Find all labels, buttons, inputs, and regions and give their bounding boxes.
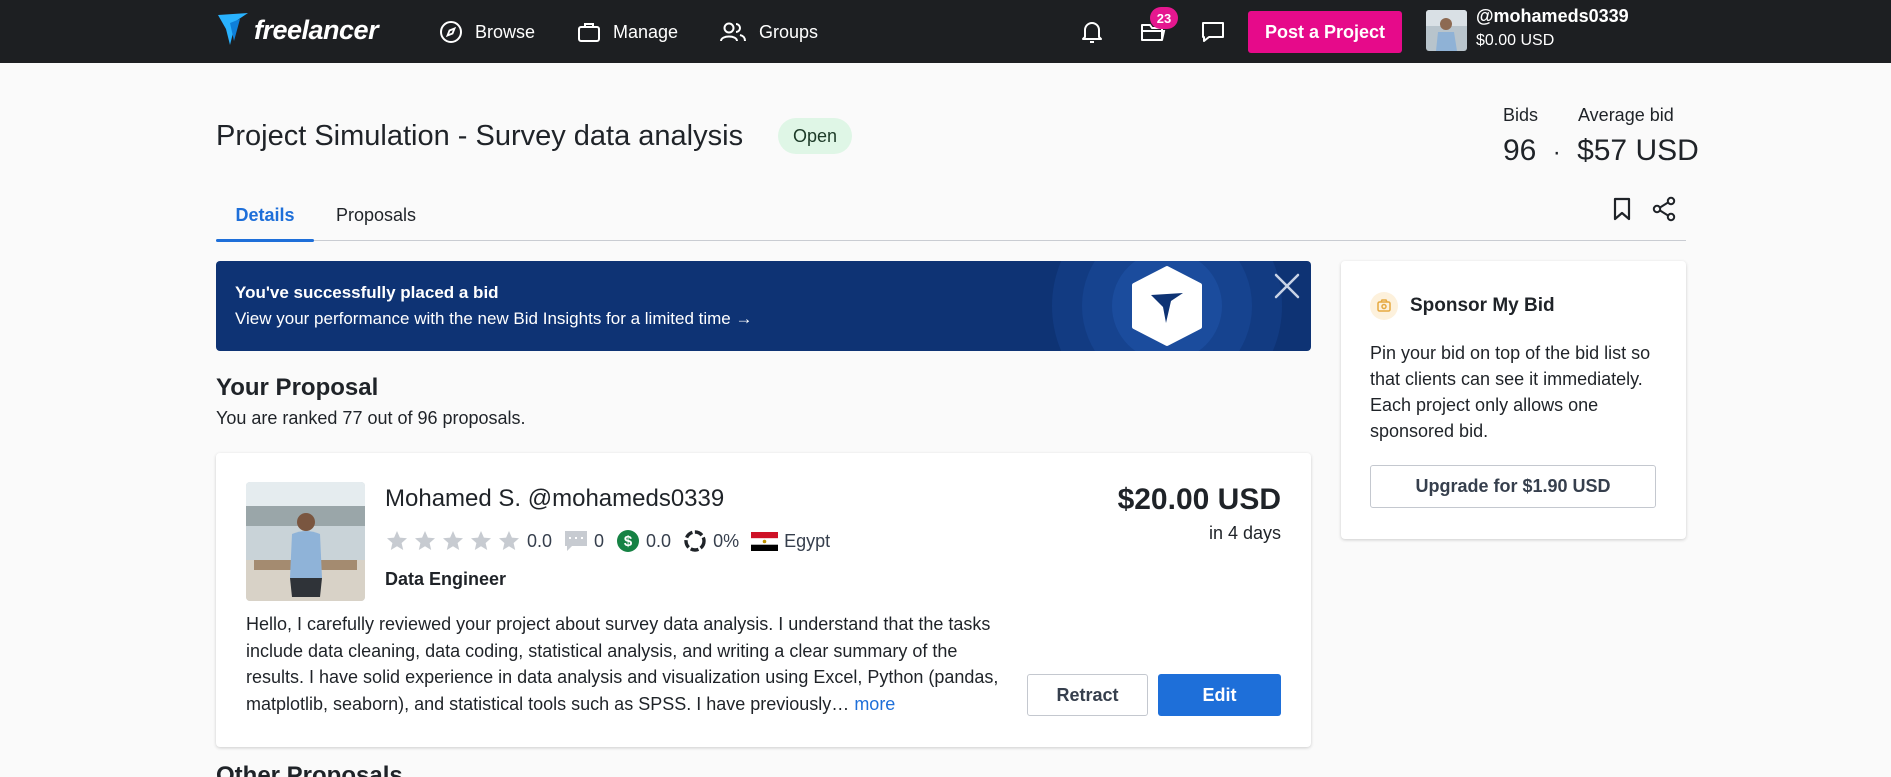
rating-value: 0.0	[527, 530, 553, 551]
proposal-card: Mohamed S. @mohameds0339 0.0 0 $ 0.0 0% …	[216, 453, 1311, 747]
your-proposal-heading: Your Proposal	[216, 374, 379, 401]
upgrade-button[interactable]: Upgrade for $1.90 USD	[1370, 465, 1656, 508]
stat-separator: ·	[1552, 139, 1561, 166]
reviews-group: 0	[564, 530, 604, 552]
reviews-count: 0	[594, 530, 605, 551]
bid-stats: 96 · $57 USD	[1503, 134, 1699, 168]
dollar-icon: $	[617, 530, 640, 552]
bid-price: $20.00 USD	[1117, 483, 1281, 516]
project-tabs: Details Proposals	[216, 190, 1686, 242]
earnings-value: 0.0	[646, 530, 672, 551]
post-project-button[interactable]: Post a Project	[1248, 11, 1402, 53]
groups-icon	[720, 22, 746, 42]
user-name[interactable]: @mohameds0339	[1476, 6, 1629, 27]
proposal-text: Hello, I carefully reviewed your project…	[246, 611, 1016, 717]
tab-details[interactable]: Details	[216, 190, 314, 242]
svg-text:$: $	[624, 533, 633, 550]
more-link[interactable]: more	[854, 694, 895, 714]
bids-label: Bids	[1503, 105, 1539, 125]
nav-browse-label: Browse	[475, 21, 536, 42]
bell-icon[interactable]	[1078, 18, 1106, 46]
briefcase-icon	[578, 23, 600, 42]
bookmark-icon[interactable]	[1606, 193, 1638, 225]
bid-insights-banner[interactable]: You've successfully placed a bid View yo…	[216, 261, 1311, 351]
freelancer-photo[interactable]	[246, 482, 365, 601]
freelancer-stats: 0.0 0 $ 0.0 0% Egypt	[385, 527, 842, 555]
average-bid-label: Average bid	[1578, 105, 1674, 125]
notification-badge: 23	[1150, 7, 1178, 29]
bids-value: 96	[1503, 134, 1537, 167]
nav-groups-label: Groups	[759, 21, 819, 42]
share-icon[interactable]	[1648, 193, 1680, 225]
chat-icon[interactable]	[1199, 18, 1227, 46]
freelancer-hexagon-icon	[1132, 266, 1202, 346]
star-icon	[499, 531, 519, 550]
star-icon	[471, 531, 491, 550]
completion-rate: 0%	[713, 530, 740, 551]
retract-button[interactable]: Retract	[1027, 674, 1148, 716]
close-icon[interactable]	[1272, 271, 1302, 301]
freelancer-role: Data Engineer	[385, 569, 507, 589]
freelancer-bird-icon	[218, 13, 248, 45]
star-icon	[387, 531, 407, 550]
user-avatar[interactable]	[1426, 10, 1467, 51]
freelancer-name[interactable]: Mohamed S. @mohameds0339	[385, 485, 724, 513]
rank-text: You are ranked 77 out of 96 proposals.	[216, 408, 526, 428]
average-bid-value: $57 USD	[1577, 134, 1699, 167]
nav-groups[interactable]: Groups	[719, 18, 818, 46]
other-proposals-heading: Other Proposals	[216, 762, 403, 777]
rating-group: 0.0	[527, 531, 552, 552]
freelancer-logo[interactable]: freelancer	[216, 10, 379, 50]
nav-manage[interactable]: Manage	[577, 18, 678, 46]
completion-group: 0%	[683, 529, 739, 553]
star-icon	[415, 531, 435, 550]
banner-link[interactable]: View your performance with the new Bid I…	[235, 309, 752, 329]
sponsor-card: Sponsor My Bid Pin your bid on top of th…	[1341, 261, 1686, 539]
page-title: Project Simulation - Survey data analysi…	[216, 120, 744, 152]
egypt-flag-icon	[751, 531, 779, 551]
banner-title: You've successfully placed a bid	[235, 283, 499, 302]
star-rating	[385, 529, 521, 553]
edit-button[interactable]: Edit	[1158, 674, 1281, 716]
nav-manage-label: Manage	[613, 21, 679, 42]
compass-icon	[440, 21, 462, 43]
country-group: Egypt	[751, 531, 830, 552]
earnings-group: $ 0.0	[616, 529, 671, 553]
completion-ring-icon	[684, 530, 706, 552]
sponsor-title: Sponsor My Bid	[1410, 295, 1555, 316]
country-name: Egypt	[784, 530, 831, 551]
sponsor-description: Pin your bid on top of the bid list so t…	[1370, 343, 1651, 441]
top-nav: freelancer Browse Manage Groups 23 Post …	[0, 0, 1891, 63]
logo-text: freelancer	[254, 14, 379, 45]
status-badge: Open	[778, 118, 853, 154]
tab-proposals[interactable]: Proposals	[326, 190, 426, 241]
sponsor-icon	[1370, 292, 1398, 320]
user-balance: $0.00 USD	[1476, 32, 1555, 49]
star-icon	[443, 531, 463, 550]
nav-browse[interactable]: Browse	[439, 18, 535, 46]
review-bubble-icon	[565, 531, 588, 551]
delivery-time: in 4 days	[1208, 523, 1281, 543]
